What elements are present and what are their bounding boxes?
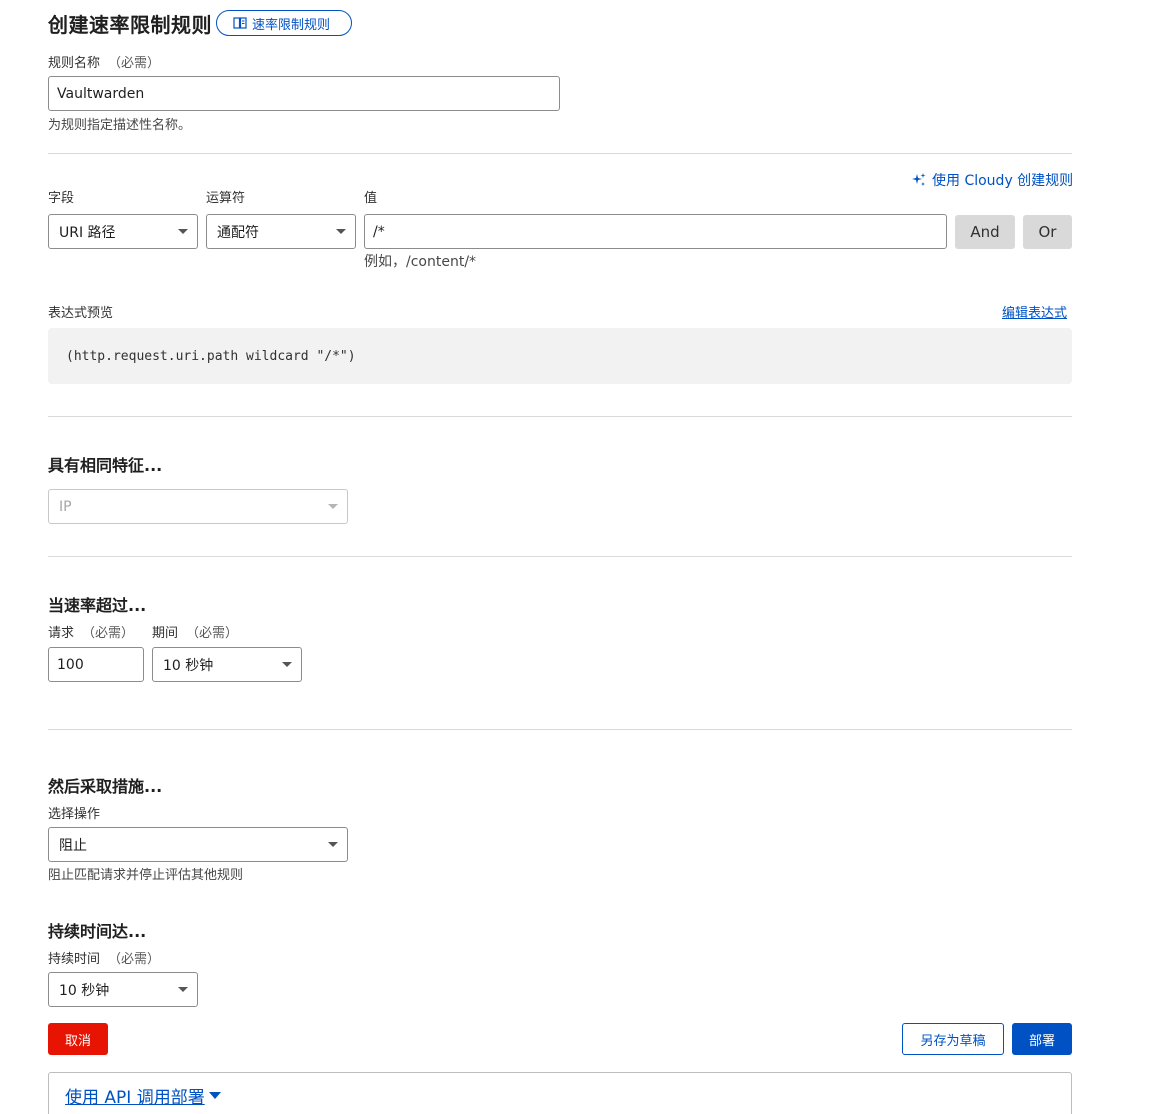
- cloudy-create-rule-link[interactable]: 使用 Cloudy 创建规则: [911, 170, 1073, 190]
- duration-label: 持续时间 （必需）: [48, 952, 161, 967]
- field-label: 字段: [48, 191, 75, 206]
- rate-title: 当速率超过...: [48, 596, 147, 615]
- operator-select[interactable]: 通配符: [206, 214, 356, 249]
- chevron-down-icon: [328, 842, 338, 847]
- rule-name-label: 规则名称 （必需）: [48, 56, 161, 71]
- docs-link-button[interactable]: 速率限制规则: [216, 10, 352, 36]
- divider: [48, 153, 1072, 154]
- divider: [48, 729, 1072, 730]
- rule-name-input[interactable]: Vaultwarden: [48, 76, 560, 111]
- divider: [48, 416, 1072, 417]
- page-title: 创建速率限制规则: [48, 13, 212, 37]
- action-select[interactable]: 阻止: [48, 827, 348, 862]
- duration-select[interactable]: 10 秒钟: [48, 972, 198, 1007]
- characteristics-select: IP: [48, 489, 348, 524]
- divider: [48, 556, 1072, 557]
- action-hint: 阻止匹配请求并停止评估其他规则: [48, 868, 244, 883]
- chevron-down-icon: [282, 662, 292, 667]
- api-deploy-panel: 使用 API 调用部署: [48, 1072, 1072, 1114]
- edit-expression-link[interactable]: 编辑表达式: [1002, 302, 1067, 321]
- value-label: 值: [364, 191, 378, 206]
- period-select[interactable]: 10 秒钟: [152, 647, 302, 682]
- or-button[interactable]: Or: [1023, 215, 1072, 249]
- rule-name-hint: 为规则指定描述性名称。: [48, 118, 192, 133]
- api-deploy-toggle[interactable]: 使用 API 调用部署: [65, 1083, 221, 1108]
- docs-link-label: 速率限制规则: [252, 17, 331, 33]
- period-label: 期间 （必需）: [152, 626, 239, 641]
- operator-label: 运算符: [206, 191, 246, 206]
- field-select[interactable]: URI 路径: [48, 214, 198, 249]
- save-draft-button[interactable]: 另存为草稿: [902, 1023, 1004, 1055]
- characteristics-title: 具有相同特征...: [48, 456, 163, 475]
- sparkle-icon: [912, 173, 926, 186]
- chevron-down-icon: [178, 987, 188, 992]
- deploy-button[interactable]: 部署: [1012, 1023, 1072, 1055]
- chevron-down-icon: [328, 504, 338, 509]
- action-title: 然后采取措施...: [48, 777, 163, 796]
- chevron-down-icon: [178, 229, 188, 234]
- value-input[interactable]: /*: [364, 214, 947, 249]
- expression-preview: (http.request.uri.path wildcard "/*"): [48, 328, 1072, 384]
- chevron-down-icon: [336, 229, 346, 234]
- cancel-button[interactable]: 取消: [48, 1023, 108, 1055]
- requests-label: 请求 （必需）: [48, 626, 135, 641]
- requests-input[interactable]: 100: [48, 647, 144, 682]
- caret-down-icon: [208, 1092, 221, 1099]
- book-icon: [233, 17, 247, 29]
- action-select-label: 选择操作: [48, 807, 101, 822]
- and-button[interactable]: And: [955, 215, 1015, 249]
- duration-title: 持续时间达...: [48, 922, 147, 941]
- value-hint: 例如，/content/*: [364, 254, 477, 270]
- expression-preview-label: 表达式预览: [48, 306, 114, 321]
